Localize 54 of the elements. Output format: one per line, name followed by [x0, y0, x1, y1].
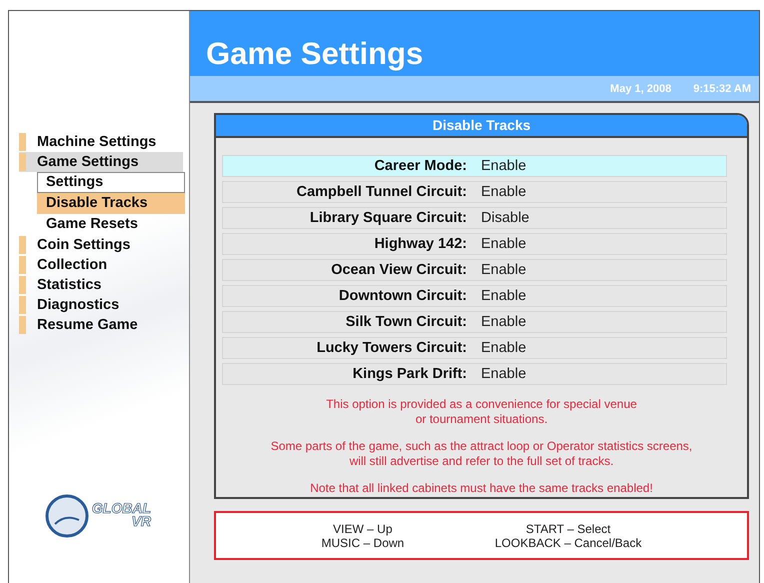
- setting-row[interactable]: Downtown Circuit: Enable: [222, 285, 727, 307]
- setting-value: Enable: [481, 314, 526, 330]
- submenu-item[interactable]: Game Resets: [37, 214, 185, 235]
- logo: GLOBAL VR: [45, 494, 153, 538]
- tab-marker-icon: [19, 153, 26, 171]
- setting-label: Library Square Circuit:: [308, 210, 467, 226]
- tab-marker-icon: [19, 236, 26, 254]
- setting-value: Enable: [481, 288, 526, 304]
- warning-note: Some parts of the game, such as the attract loop or Operator statistics screens, will still advertise and refer to the full set of tracks.: [270, 439, 692, 469]
- setting-label: Lucky Towers Circuit:: [316, 340, 467, 356]
- warning-note: Note that all linked cabinets must have the same tracks enabled!: [310, 481, 653, 496]
- setting-row[interactable]: Ocean View Circuit: Enable: [222, 259, 727, 281]
- setting-label: Career Mode:: [373, 158, 467, 174]
- setting-row[interactable]: Career Mode: Enable: [222, 155, 727, 177]
- tab-marker-icon: [19, 276, 26, 294]
- menu-item[interactable]: Coin Settings: [19, 235, 189, 255]
- setting-value: Enable: [481, 340, 526, 356]
- setting-row[interactable]: Highway 142: Enable: [222, 233, 727, 255]
- setting-label: Kings Park Drift:: [352, 366, 467, 382]
- menu-item[interactable]: Machine Settings: [19, 132, 189, 152]
- setting-row[interactable]: Library Square Circuit: Disable: [222, 207, 727, 229]
- warning-note: This option is provided as a convenience for special venue or tournament situations.: [326, 397, 637, 427]
- tab-marker-icon: [19, 316, 26, 334]
- setting-value: Enable: [481, 366, 526, 382]
- setting-row[interactable]: Silk Town Circuit: Enable: [222, 311, 727, 333]
- setting-value: Enable: [481, 184, 526, 200]
- setting-value: Enable: [481, 236, 526, 252]
- panel-title: Disable Tracks: [216, 115, 747, 138]
- setting-label: Silk Town Circuit:: [344, 314, 467, 330]
- setting-label: Campbell Tunnel Circuit:: [295, 184, 467, 200]
- setting-row[interactable]: Campbell Tunnel Circuit: Enable: [222, 181, 727, 203]
- control-hint: VIEW – Up MUSIC – Down: [321, 522, 404, 550]
- menu-item[interactable]: Statistics: [19, 275, 189, 295]
- date-text: May 1, 2008: [610, 82, 672, 94]
- submenu-item[interactable]: Settings: [37, 172, 185, 193]
- control-hint: START – Select LOOKBACK – Cancel/Back: [494, 522, 642, 550]
- tab-marker-icon: [19, 256, 26, 274]
- setting-row[interactable]: Kings Park Drift: Enable: [222, 363, 727, 385]
- setting-label: Ocean View Circuit:: [330, 262, 467, 278]
- submenu-item[interactable]: Disable Tracks: [37, 193, 185, 214]
- setting-value: Disable: [481, 210, 530, 226]
- menu-item[interactable]: Game Settings: [19, 152, 183, 172]
- page-title: Game Settings: [206, 36, 424, 72]
- menu-item[interactable]: Diagnostics: [19, 295, 189, 315]
- setting-row[interactable]: Lucky Towers Circuit: Enable: [222, 337, 727, 359]
- tab-marker-icon: [19, 133, 26, 151]
- setting-value: Enable: [481, 158, 526, 174]
- tab-marker-icon: [19, 296, 26, 314]
- time-text: 9:15:32 AM: [693, 82, 751, 94]
- setting-label: Highway 142:: [373, 236, 467, 252]
- setting-value: Enable: [481, 262, 526, 278]
- menu-item[interactable]: Resume Game: [19, 315, 189, 335]
- setting-label: Downtown Circuit:: [338, 288, 467, 304]
- menu-item[interactable]: Collection: [19, 255, 189, 275]
